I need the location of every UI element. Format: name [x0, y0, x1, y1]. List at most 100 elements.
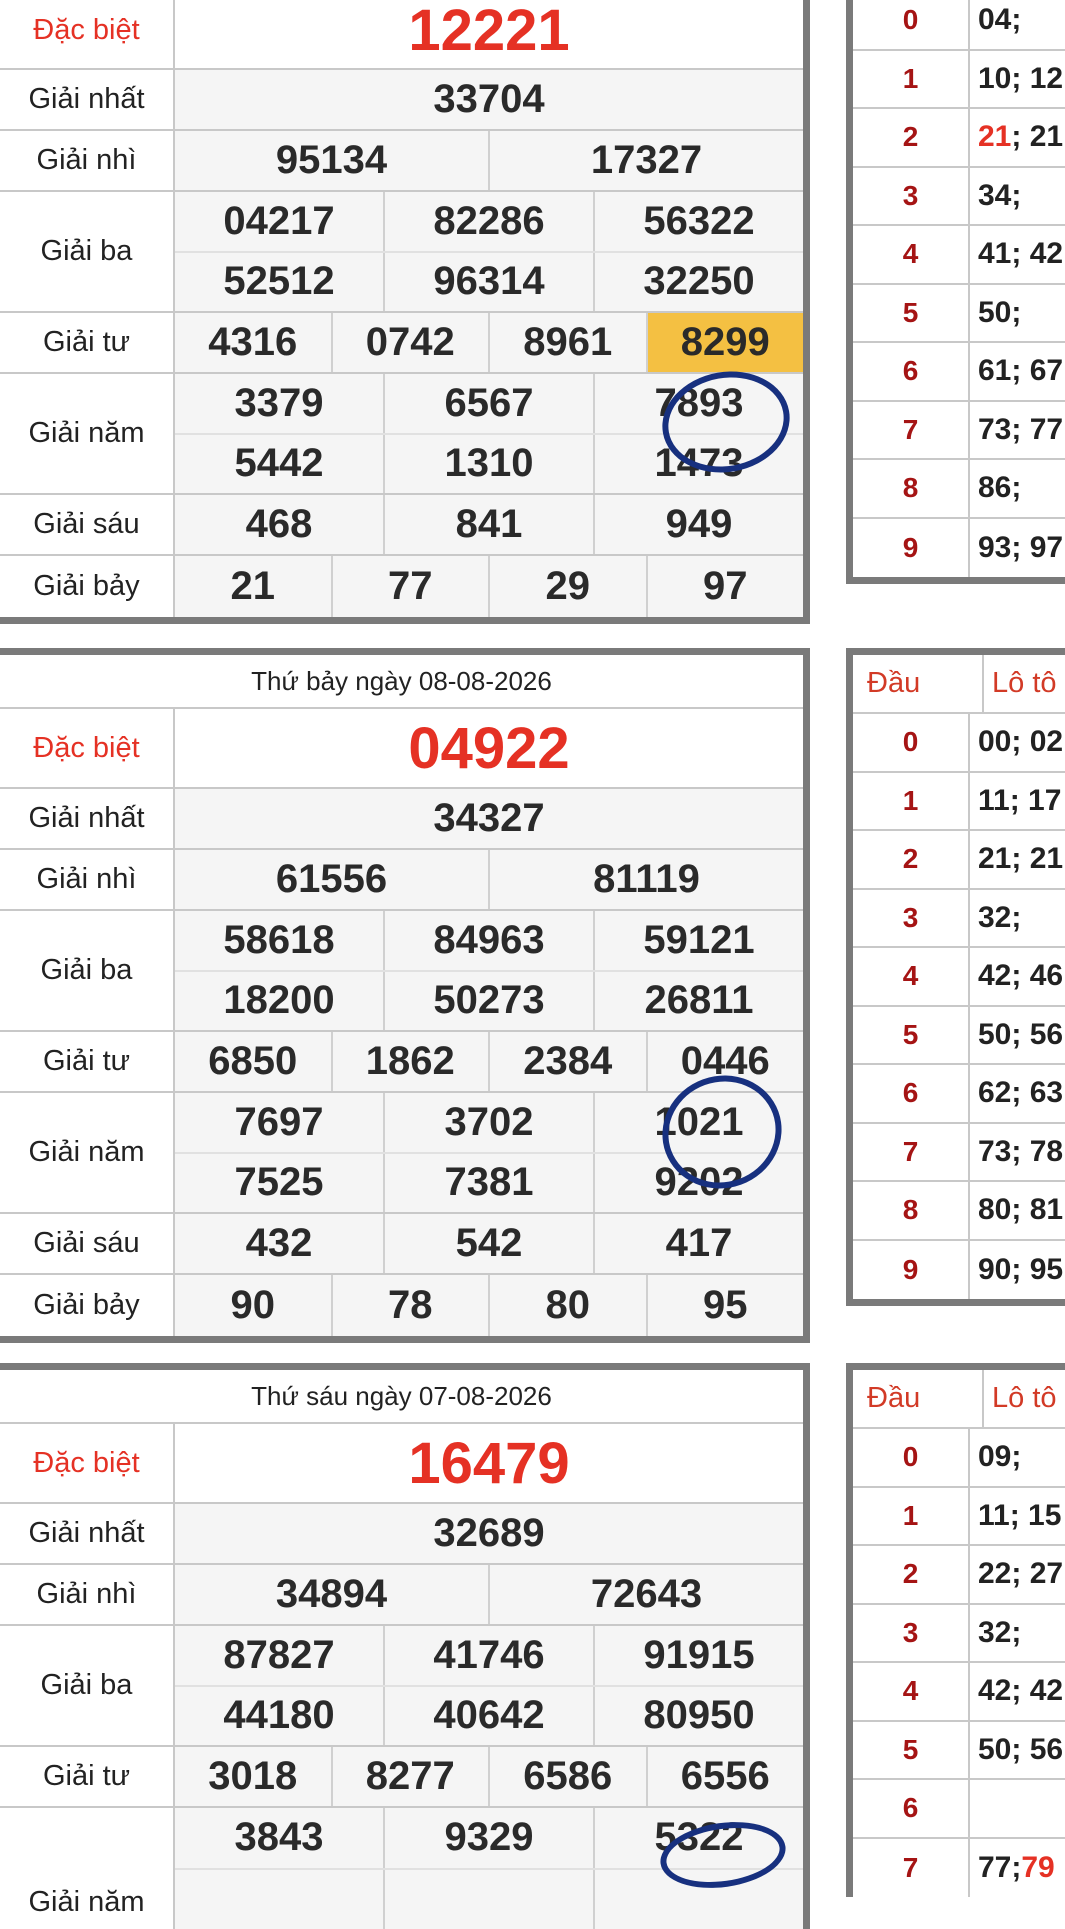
first-prize: 32689 — [175, 1504, 803, 1563]
result-table: Thứ bảy ngày 08-08-2026 Đặc biệt 04922 G… — [0, 648, 810, 1343]
loto-row: 004; — [853, 0, 1065, 51]
label-sixth: Giải sáu — [0, 1214, 175, 1273]
label-sixth: Giải sáu — [0, 495, 175, 554]
second-prize: 61556 — [175, 850, 488, 909]
loto-values: 50; 56 — [970, 1722, 1065, 1779]
loto-row: 662; 63 — [853, 1065, 1065, 1124]
loto-row: 332; — [853, 890, 1065, 949]
loto-row: 550; 56 — [853, 1722, 1065, 1781]
third-prize: 04217 — [175, 192, 383, 251]
sixth-prize: 468 — [175, 495, 383, 554]
loto-values-header: Lô tô — [984, 655, 1065, 712]
loto-row: 110; 12 — [853, 51, 1065, 110]
loto-head-header: Đầu — [853, 655, 984, 712]
loto-head: 3 — [853, 1605, 970, 1662]
label-first: Giải nhất — [0, 1504, 175, 1563]
seventh-prize: 29 — [488, 556, 646, 617]
draw-date: Thứ bảy ngày 08-08-2026 — [0, 655, 803, 709]
loto-values: 32; — [970, 1605, 1065, 1662]
loto-row: 334; — [853, 168, 1065, 227]
fifth-prize: 7893 — [593, 374, 803, 433]
loto-head: 7 — [853, 1124, 970, 1181]
loto-head: 2 — [853, 109, 970, 166]
loto-head: 3 — [853, 890, 970, 947]
loto-head: 6 — [853, 1780, 970, 1837]
loto-row: 880; 81 — [853, 1182, 1065, 1241]
third-prize: 87827 — [175, 1626, 383, 1685]
loto-special-value: 79 — [1021, 1851, 1054, 1885]
loto-head: 8 — [853, 460, 970, 517]
second-prize: 34894 — [175, 1565, 488, 1624]
fifth-prize: 7697 — [175, 1093, 383, 1152]
loto-values-rest: ; 21 — [1011, 120, 1063, 154]
label-fifth: Giải năm — [0, 1093, 175, 1212]
loto-row: 000; 02 — [853, 714, 1065, 773]
loto-row: 993; 97 — [853, 519, 1065, 578]
loto-values: 41; 42 — [970, 226, 1065, 283]
third-prize: 44180 — [175, 1687, 383, 1746]
seventh-prize: 97 — [646, 556, 804, 617]
loto-values-header: Lô tô — [984, 1370, 1065, 1427]
fourth-prize: 3018 — [175, 1747, 331, 1806]
label-fourth: Giải tư — [0, 1747, 175, 1806]
loto-head: 5 — [853, 1007, 970, 1064]
loto-head: 4 — [853, 948, 970, 1005]
loto-row: 221; 21 — [853, 109, 1065, 168]
label-fourth: Giải tư — [0, 1032, 175, 1091]
special-prize: 16479 — [175, 1424, 803, 1502]
label-special: Đặc biệt — [0, 1424, 175, 1502]
loto-head: 0 — [853, 714, 970, 771]
label-second: Giải nhì — [0, 1565, 175, 1624]
label-second: Giải nhì — [0, 131, 175, 190]
fifth-prize: 7381 — [383, 1154, 593, 1213]
loto-row: 6 — [853, 1780, 1065, 1839]
loto-head: 0 — [853, 0, 970, 49]
third-prize: 26811 — [593, 972, 803, 1031]
label-first: Giải nhất — [0, 789, 175, 848]
third-prize: 82286 — [383, 192, 593, 251]
result-table: Đặc biệt 12221 Giải nhất 33704 Giải nhì … — [0, 0, 810, 624]
loto-head: 1 — [853, 51, 970, 108]
loto-values: 00; 02 — [970, 714, 1065, 771]
third-prize: 18200 — [175, 972, 383, 1031]
third-prize: 32250 — [593, 253, 803, 312]
fifth-prize: 7525 — [175, 1154, 383, 1213]
fifth-prize-cut — [383, 1870, 593, 1929]
fifth-prize-cut — [593, 1870, 803, 1929]
fifth-prize: 9329 — [383, 1808, 593, 1868]
loto-values: 21; 21 — [970, 109, 1065, 166]
label-fifth: Giải năm — [0, 374, 175, 493]
seventh-prize: 21 — [175, 556, 331, 617]
fifth-prize: 3379 — [175, 374, 383, 433]
label-third: Giải ba — [0, 911, 175, 1030]
loto-values: 80; 81 — [970, 1182, 1065, 1239]
loto-values: 32; — [970, 890, 1065, 947]
loto-row: 773; 78 — [853, 1124, 1065, 1183]
loto-values: 11; 17 — [970, 773, 1065, 830]
loto-head: 6 — [853, 1065, 970, 1122]
label-third: Giải ba — [0, 1626, 175, 1745]
loto-values-rest: 77; — [978, 1851, 1021, 1885]
loto-values: 73; 77 — [970, 402, 1065, 459]
loto-values: 04; — [970, 0, 1065, 49]
loto-head: 3 — [853, 168, 970, 225]
loto-row: 773; 77 — [853, 402, 1065, 461]
first-prize: 33704 — [175, 70, 803, 129]
loto-values: 90; 95 — [970, 1241, 1065, 1300]
loto-values: 73; 78 — [970, 1124, 1065, 1181]
fifth-prize: 5322 — [593, 1808, 803, 1868]
loto-row: 550; 56 — [853, 1007, 1065, 1066]
loto-head: 9 — [853, 519, 970, 578]
special-prize: 04922 — [175, 709, 803, 787]
loto-row: 442; 46 — [853, 948, 1065, 1007]
sixth-prize: 949 — [593, 495, 803, 554]
fifth-prize: 1310 — [383, 435, 593, 494]
sixth-prize: 841 — [383, 495, 593, 554]
fourth-prize: 0446 — [646, 1032, 804, 1091]
third-prize: 40642 — [383, 1687, 593, 1746]
label-fifth: Giải năm — [0, 1808, 175, 1929]
fifth-prize: 9202 — [593, 1154, 803, 1213]
loto-head: 2 — [853, 831, 970, 888]
seventh-prize: 78 — [331, 1275, 489, 1336]
label-special: Đặc biệt — [0, 709, 175, 787]
